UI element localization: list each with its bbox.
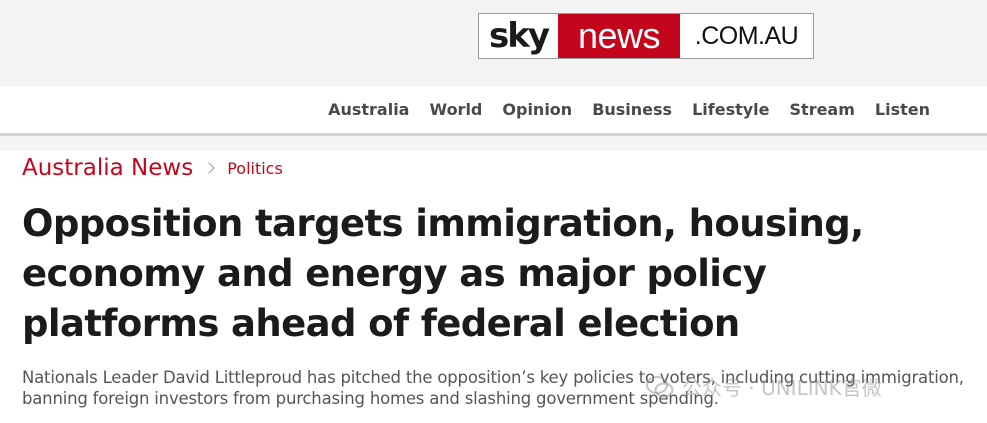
breadcrumb-politics-link[interactable]: Politics <box>227 159 283 178</box>
main-navigation: Australia World Opinion Business Lifesty… <box>308 86 930 133</box>
article-headline: Opposition targets immigration, housing,… <box>22 202 864 345</box>
nav-item-opinion[interactable]: Opinion <box>502 100 572 119</box>
article-area: Australia News Politics Opposition targe… <box>0 151 987 423</box>
nav-item-business[interactable]: Business <box>592 100 672 119</box>
breadcrumb: Australia News Politics <box>22 155 283 181</box>
nav-item-lifestyle[interactable]: Lifestyle <box>692 100 769 119</box>
masthead: sky news .COM.AU <box>0 0 987 86</box>
nav-item-australia[interactable]: Australia <box>328 100 409 119</box>
logo-sky-text: sky <box>479 14 558 58</box>
main-navigation-bar: Australia World Opinion Business Lifesty… <box>0 86 987 136</box>
logo-domain-text: .COM.AU <box>694 21 799 50</box>
breadcrumb-australia-news-link[interactable]: Australia News <box>22 155 193 181</box>
article-summary: Nationals Leader David Littleproud has p… <box>22 368 964 408</box>
nav-item-listen[interactable]: Listen <box>875 100 930 119</box>
chevron-right-icon <box>203 162 215 174</box>
sky-news-logo[interactable]: sky news .COM.AU <box>478 13 814 59</box>
nav-item-stream[interactable]: Stream <box>790 100 855 119</box>
logo-news-text: news <box>558 14 680 58</box>
nav-item-world[interactable]: World <box>429 100 482 119</box>
